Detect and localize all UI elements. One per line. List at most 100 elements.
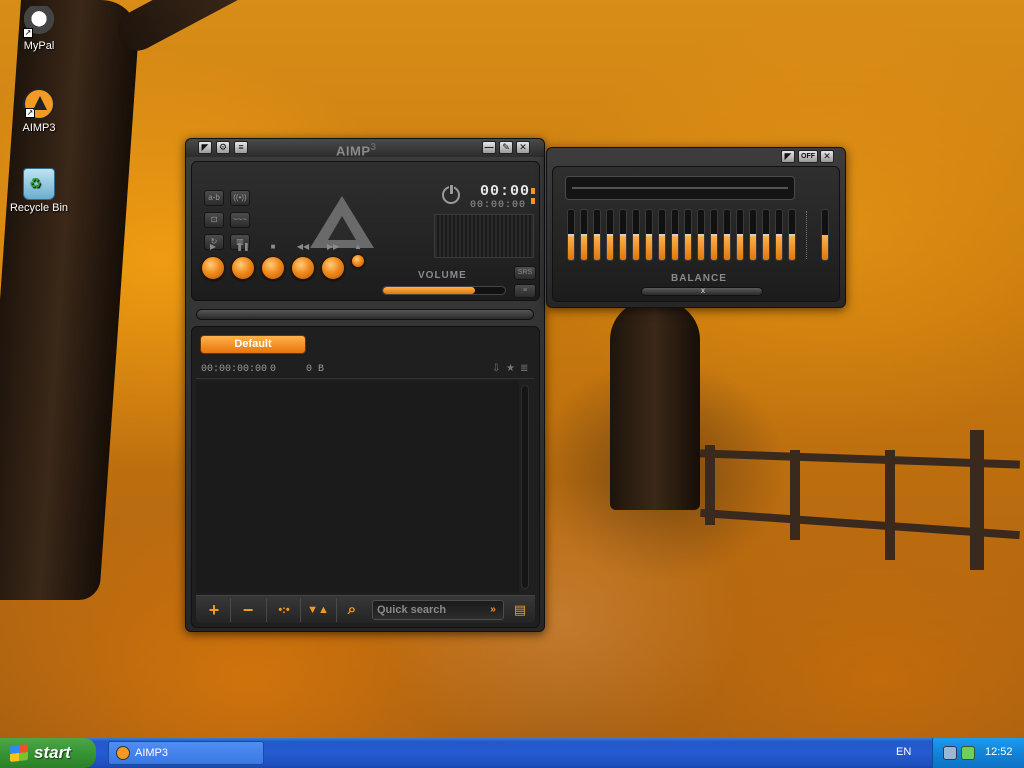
eq-band-slider[interactable] — [723, 209, 731, 261]
eq-band-slider[interactable] — [736, 209, 744, 261]
eq-preamp-slider[interactable] — [821, 209, 829, 261]
options-button[interactable]: ≡ — [514, 284, 536, 298]
eq-band-slider[interactable] — [580, 209, 588, 261]
playlist-options-button[interactable]: •:• — [270, 599, 298, 621]
eq-band-slider[interactable] — [671, 209, 679, 261]
player-titlebar[interactable]: ◤ ⚙ ≡ AIMP3 — ✎ ✕ — [186, 139, 544, 158]
list-menu-icon[interactable]: ≣ — [520, 363, 528, 374]
eq-band-handle[interactable] — [594, 234, 600, 236]
eq-band-handle[interactable] — [789, 234, 795, 236]
close-button[interactable]: ✕ — [516, 141, 530, 154]
volume-slider[interactable] — [382, 286, 506, 295]
fence-post — [885, 450, 895, 560]
playlist-scrollbar[interactable] — [521, 385, 529, 589]
eq-preset-field[interactable] — [565, 176, 795, 200]
security-icon[interactable] — [961, 746, 975, 760]
eq-band-fill — [737, 235, 743, 260]
open-file-button[interactable] — [351, 254, 365, 268]
language-indicator[interactable]: EN — [896, 746, 911, 758]
surround-button[interactable]: ((•)) — [230, 190, 250, 206]
eq-band-slider[interactable] — [606, 209, 614, 261]
search-go-icon[interactable]: » — [486, 603, 500, 617]
eq-band-handle[interactable] — [711, 234, 717, 236]
eq-band-slider[interactable] — [749, 209, 757, 261]
eq-band-handle[interactable] — [685, 234, 691, 236]
eq-band-handle[interactable] — [763, 234, 769, 236]
eq-band-slider[interactable] — [788, 209, 796, 261]
play-button[interactable] — [201, 256, 225, 280]
eq-band-slider[interactable] — [775, 209, 783, 261]
eq-band-handle[interactable] — [750, 234, 756, 236]
volume-fill — [383, 287, 475, 294]
eq-close-button[interactable]: ✕ — [820, 150, 834, 163]
mini-mode-button[interactable]: ✎ — [499, 141, 513, 154]
playlist-duration: 00:00:00:00 — [201, 364, 268, 375]
desktop-icon-recycle-bin[interactable]: Recycle Bin — [4, 168, 74, 214]
minimize-button[interactable]: — — [482, 141, 496, 154]
network-icon[interactable] — [943, 746, 957, 760]
toolbar-separator — [336, 598, 337, 622]
srs-button[interactable]: SRS — [514, 266, 536, 280]
eq-band-handle[interactable] — [620, 234, 626, 236]
eq-band-handle[interactable] — [581, 234, 587, 236]
playlist-toggle-button[interactable]: ≡ — [234, 141, 248, 154]
next-button[interactable] — [321, 256, 345, 280]
eq-band-handle[interactable] — [659, 234, 665, 236]
menu-button[interactable]: ◤ — [198, 141, 212, 154]
equalizer-window: ◤ OFF ✕ BALANCE x — [546, 147, 846, 308]
balance-slider[interactable]: x — [641, 287, 763, 296]
eq-menu-button[interactable]: ◤ — [781, 150, 795, 163]
search-icon[interactable]: ⌕ — [338, 599, 366, 621]
previous-label-icon: ◀◀ — [296, 242, 310, 251]
eq-band-slider[interactable] — [632, 209, 640, 261]
balance-knob[interactable]: x — [699, 287, 707, 296]
desktop-icon-mypal[interactable]: ↗ MyPal — [4, 6, 74, 52]
power-icon[interactable] — [442, 184, 460, 204]
eq-band-handle[interactable] — [607, 234, 613, 236]
eq-band-handle[interactable] — [672, 234, 678, 236]
eq-band-fill — [763, 235, 769, 260]
eq-band-handle[interactable] — [698, 234, 704, 236]
add-files-button[interactable]: + — [200, 599, 228, 621]
repeat-ab-button[interactable]: a-b — [204, 190, 224, 206]
seek-bar[interactable] — [196, 309, 534, 320]
wave-button[interactable]: ~~~ — [230, 212, 250, 228]
eq-band-handle[interactable] — [633, 234, 639, 236]
eq-band-handle[interactable] — [737, 234, 743, 236]
spectrum-visualizer[interactable] — [434, 214, 534, 258]
eq-band-slider[interactable] — [619, 209, 627, 261]
play-label-icon: ▶ — [209, 242, 217, 251]
quick-search-input[interactable] — [377, 603, 485, 617]
playlist-file-button[interactable]: ▤ — [506, 599, 534, 621]
eq-band-handle[interactable] — [568, 234, 574, 236]
playlist-tab-default[interactable]: Default — [200, 335, 306, 354]
library-button[interactable]: ⊡ — [204, 212, 224, 228]
time-display[interactable]: 00:00 — [480, 183, 530, 200]
eq-band-slider[interactable] — [645, 209, 653, 261]
pause-button[interactable] — [231, 256, 255, 280]
eq-band-slider[interactable] — [710, 209, 718, 261]
eq-band-slider[interactable] — [567, 209, 575, 261]
eq-band-slider[interactable] — [658, 209, 666, 261]
eq-band-slider[interactable] — [762, 209, 770, 261]
eq-off-button[interactable]: OFF — [798, 150, 818, 163]
pin-icon[interactable]: ⇩ — [492, 363, 500, 374]
quick-search-box[interactable]: » — [372, 600, 504, 620]
stop-button[interactable] — [261, 256, 285, 280]
eq-band-slider[interactable] — [684, 209, 692, 261]
playlist-track-list[interactable] — [196, 381, 519, 593]
start-button[interactable]: start — [0, 738, 96, 768]
remove-files-button[interactable]: − — [234, 599, 262, 621]
settings-button[interactable]: ⚙ — [216, 141, 230, 154]
previous-button[interactable] — [291, 256, 315, 280]
eq-band-handle[interactable] — [724, 234, 730, 236]
eq-band-handle[interactable] — [646, 234, 652, 236]
eq-band-slider[interactable] — [697, 209, 705, 261]
eq-band-slider[interactable] — [593, 209, 601, 261]
eq-band-handle[interactable] — [776, 234, 782, 236]
clock[interactable]: 12:52 — [985, 746, 1013, 758]
sort-button[interactable]: ▼▲ — [304, 599, 332, 621]
taskbar-item-aimp3[interactable]: AIMP3 — [108, 741, 264, 765]
star-icon[interactable]: ★ — [506, 363, 515, 374]
desktop-icon-aimp3[interactable]: ↗ AIMP3 — [4, 88, 74, 134]
